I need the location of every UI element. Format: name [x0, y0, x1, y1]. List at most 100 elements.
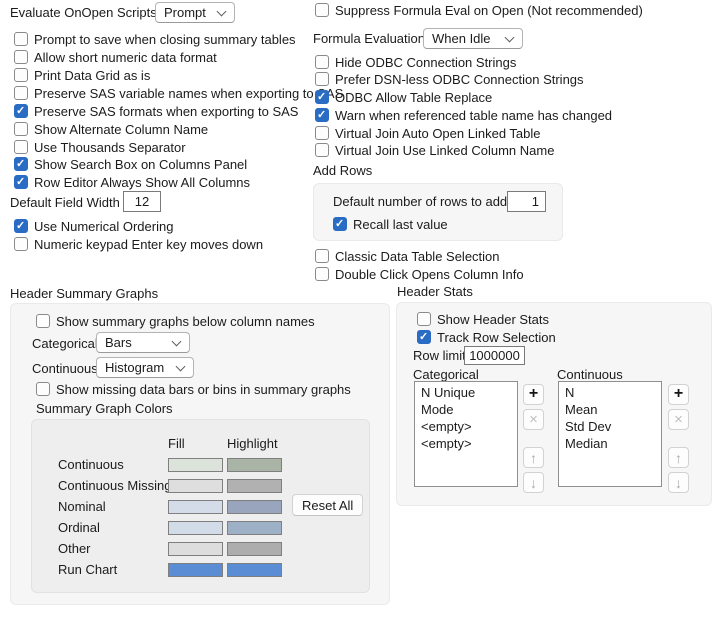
arrow-down-icon: ↓ — [675, 476, 682, 490]
arrow-down-icon: ↓ — [530, 476, 537, 490]
checkbox-box — [315, 3, 329, 17]
checkbox-box — [14, 104, 28, 118]
continuous-missing-highlight-swatch[interactable] — [227, 479, 282, 493]
cb-virtual-join-auto-open[interactable]: Virtual Join Auto Open Linked Table — [315, 125, 541, 141]
list-item[interactable]: Mode — [415, 401, 517, 418]
checkbox-label: Double Click Opens Column Info — [335, 267, 524, 282]
checkbox-box — [417, 330, 431, 344]
list-item[interactable]: Median — [559, 435, 661, 452]
checkbox-box — [417, 312, 431, 326]
checkbox-label: Allow short numeric data format — [34, 50, 217, 65]
continuous-move-up-button[interactable]: ↑ — [668, 447, 689, 468]
x-icon: × — [529, 412, 538, 427]
continuous-move-down-button[interactable]: ↓ — [668, 472, 689, 493]
formula-evaluation-dropdown[interactable]: When Idle — [423, 28, 523, 49]
other-highlight-swatch[interactable] — [227, 542, 282, 556]
color-row-label: Ordinal — [58, 520, 100, 536]
reset-all-button[interactable]: Reset All — [292, 494, 363, 516]
checkbox-label: Suppress Formula Eval on Open (Not recom… — [335, 3, 643, 18]
default-field-width-input[interactable] — [123, 191, 161, 212]
cb-classic-selection[interactable]: Classic Data Table Selection — [315, 248, 500, 264]
list-item[interactable]: <empty> — [415, 418, 517, 435]
checkbox-box — [14, 157, 28, 171]
cb-hide-odbc[interactable]: Hide ODBC Connection Strings — [315, 54, 516, 70]
checkbox-label: ODBC Allow Table Replace — [335, 90, 492, 105]
categorical-graph-dropdown[interactable]: Bars — [96, 332, 190, 353]
dropdown-value: Histogram — [105, 360, 164, 375]
checkbox-label: Show Header Stats — [437, 312, 549, 327]
cb-numerical-ordering[interactable]: Use Numerical Ordering — [14, 218, 173, 234]
cb-suppress-formula-eval[interactable]: Suppress Formula Eval on Open (Not recom… — [315, 2, 643, 18]
continuous-add-stat-button[interactable]: + — [668, 384, 689, 405]
color-row-label: Nominal — [58, 499, 106, 515]
cb-sas-variable-names[interactable]: Preserve SAS variable names when exporti… — [14, 85, 343, 101]
evaluate-onopen-dropdown[interactable]: Prompt — [155, 2, 235, 23]
chevron-down-icon — [172, 336, 182, 346]
checkbox-box — [14, 140, 28, 154]
cb-alternate-column-name[interactable]: Show Alternate Column Name — [14, 121, 208, 137]
cb-odbc-allow-replace[interactable]: ODBC Allow Table Replace — [315, 89, 492, 105]
nominal-highlight-swatch[interactable] — [227, 500, 282, 514]
cb-short-numeric[interactable]: Allow short numeric data format — [14, 49, 217, 65]
continuous-remove-stat-button[interactable]: × — [668, 409, 689, 430]
row-limit-input[interactable] — [464, 346, 525, 365]
cb-numeric-keypad-enter[interactable]: Numeric keypad Enter key moves down — [14, 236, 263, 252]
categorical-stats-list[interactable]: N Unique Mode <empty> <empty> — [414, 381, 518, 487]
continuous-graph-dropdown[interactable]: Histogram — [96, 357, 194, 378]
dropdown-value: Bars — [105, 335, 132, 350]
cb-track-row-selection[interactable]: Track Row Selection — [417, 329, 556, 345]
continuous-stats-list[interactable]: N Mean Std Dev Median — [558, 381, 662, 487]
dropdown-value: Prompt — [164, 5, 206, 20]
cb-row-editor-all-columns[interactable]: Row Editor Always Show All Columns — [14, 174, 250, 190]
cb-sas-formats[interactable]: Preserve SAS formats when exporting to S… — [14, 103, 298, 119]
cb-print-grid[interactable]: Print Data Grid as is — [14, 67, 150, 83]
cb-thousands-separator[interactable]: Use Thousands Separator — [14, 139, 186, 155]
cb-show-missing-bars[interactable]: Show missing data bars or bins in summar… — [36, 381, 351, 397]
cb-warn-referenced-table[interactable]: Warn when referenced table name has chan… — [315, 107, 612, 123]
checkbox-label: Virtual Join Auto Open Linked Table — [335, 126, 541, 141]
categorical-move-up-button[interactable]: ↑ — [523, 447, 544, 468]
ordinal-highlight-swatch[interactable] — [227, 521, 282, 535]
evaluate-onopen-label: Evaluate OnOpen Scripts — [10, 5, 157, 21]
categorical-move-down-button[interactable]: ↓ — [523, 472, 544, 493]
list-item[interactable]: Std Dev — [559, 418, 661, 435]
list-item[interactable]: N — [559, 384, 661, 401]
formula-evaluation-label: Formula Evaluation — [313, 31, 425, 47]
cb-prompt-save[interactable]: Prompt to save when closing summary tabl… — [14, 31, 296, 47]
checkbox-label: Preserve SAS variable names when exporti… — [34, 86, 343, 101]
checkbox-label: Prefer DSN-less ODBC Connection Strings — [335, 72, 584, 87]
categorical-remove-stat-button[interactable]: × — [523, 409, 544, 430]
categorical-add-stat-button[interactable]: + — [523, 384, 544, 405]
default-rows-input[interactable] — [507, 191, 546, 212]
checkbox-label: Show Alternate Column Name — [34, 122, 208, 137]
x-icon: × — [674, 412, 683, 427]
other-fill-swatch[interactable] — [168, 542, 223, 556]
data-table-preferences-panel: Evaluate OnOpen Scripts Prompt Prompt to… — [0, 0, 716, 617]
checkbox-box — [315, 143, 329, 157]
nominal-fill-swatch[interactable] — [168, 500, 223, 514]
checkbox-box — [14, 219, 28, 233]
cb-recall-last-value[interactable]: Recall last value — [333, 216, 448, 232]
continuous-missing-fill-swatch[interactable] — [168, 479, 223, 493]
arrow-up-icon: ↑ — [530, 451, 537, 465]
checkbox-box — [14, 175, 28, 189]
checkbox-label: Preserve SAS formats when exporting to S… — [34, 104, 298, 119]
cb-show-header-stats[interactable]: Show Header Stats — [417, 311, 549, 327]
checkbox-box — [14, 237, 28, 251]
cb-double-click-column-info[interactable]: Double Click Opens Column Info — [315, 266, 524, 282]
continuous-highlight-swatch[interactable] — [227, 458, 282, 472]
continuous-fill-swatch[interactable] — [168, 458, 223, 472]
cb-search-box-columns[interactable]: Show Search Box on Columns Panel — [14, 156, 247, 172]
cb-virtual-join-linked-column[interactable]: Virtual Join Use Linked Column Name — [315, 142, 554, 158]
chevron-down-icon — [217, 6, 227, 16]
list-item[interactable]: <empty> — [415, 435, 517, 452]
checkbox-label: Hide ODBC Connection Strings — [335, 55, 516, 70]
list-item[interactable]: N Unique — [415, 384, 517, 401]
run-chart-fill-swatch[interactable] — [168, 563, 223, 577]
run-chart-highlight-swatch[interactable] — [227, 563, 282, 577]
cb-prefer-dsn-less[interactable]: Prefer DSN-less ODBC Connection Strings — [315, 71, 584, 87]
ordinal-fill-swatch[interactable] — [168, 521, 223, 535]
cb-show-summary-graphs[interactable]: Show summary graphs below column names — [36, 313, 315, 329]
dropdown-value: When Idle — [432, 31, 491, 46]
list-item[interactable]: Mean — [559, 401, 661, 418]
